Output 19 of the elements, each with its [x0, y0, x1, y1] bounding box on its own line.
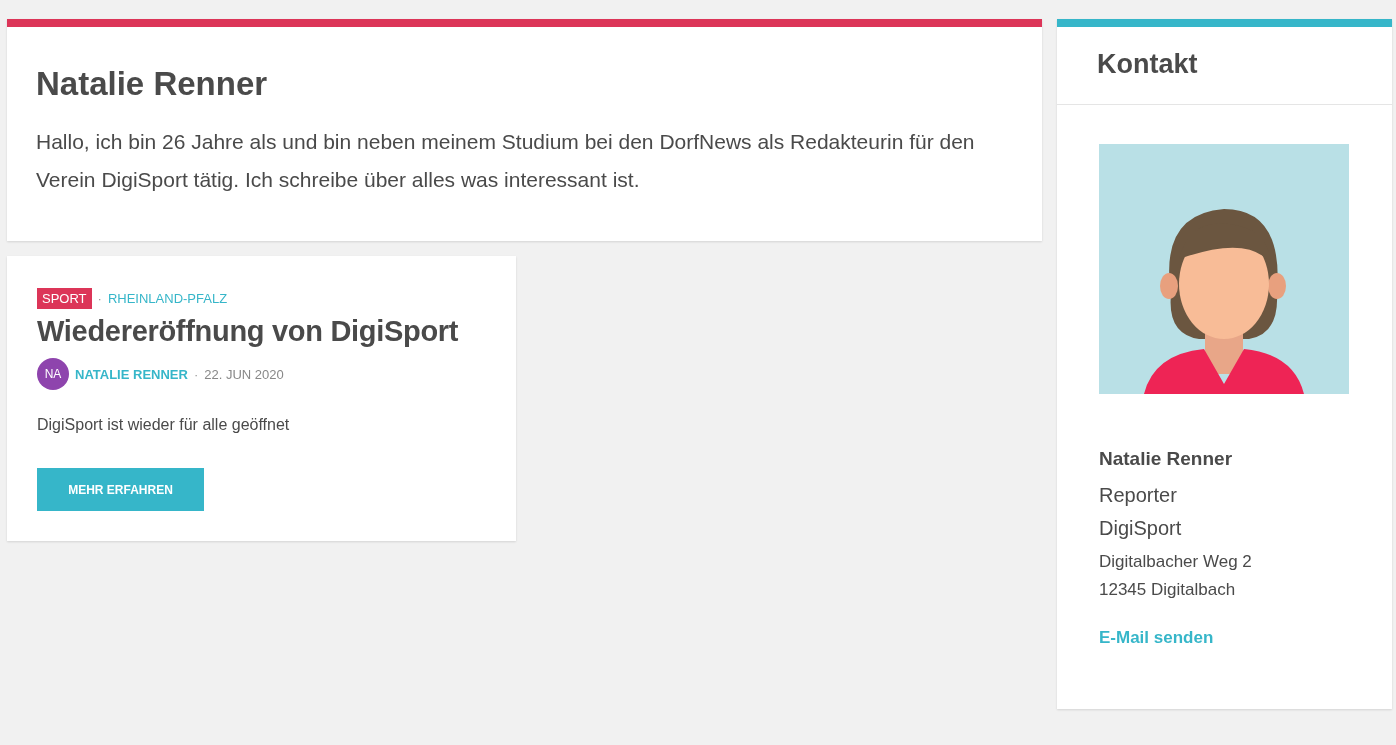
address-line: 12345 Digitalbach [1099, 579, 1237, 601]
read-more-button[interactable]: MEHR ERFAHREN [37, 468, 204, 511]
address-line: Digitalbacher Weg 2 [1099, 551, 1253, 573]
post-title[interactable]: Wiedereröffnung von DigiSport [37, 315, 486, 348]
email-link[interactable]: E-Mail senden [1099, 628, 1350, 648]
author-link[interactable]: NATALIE RENNER [75, 366, 188, 382]
contact-heading: Kontakt [1057, 27, 1392, 105]
contact-role: Reporter [1099, 484, 1178, 507]
post-date: 22. JUN 2020 [204, 366, 284, 382]
profile-name: Natalie Renner [36, 65, 269, 103]
category-tag[interactable]: SPORT [37, 288, 92, 309]
author-avatar: NA [37, 358, 69, 390]
contact-name: Natalie Renner [1099, 448, 1234, 470]
region-link[interactable]: RHEINLAND-PFALZ [107, 291, 228, 306]
post-excerpt: DigiSport ist wieder für alle geöffnet [37, 416, 291, 434]
separator-dot: · [97, 291, 102, 306]
profile-bio: Hallo, ich bin 26 Jahre als und bin neben meinem Studium bei den DorfNews als Redakteurin für den Verein DigiSport tätig. Ich schreibe über alles was interessant ist. [36, 129, 976, 193]
contact-organization: DigiSport [1099, 517, 1183, 540]
separator-dot: · [193, 366, 199, 382]
